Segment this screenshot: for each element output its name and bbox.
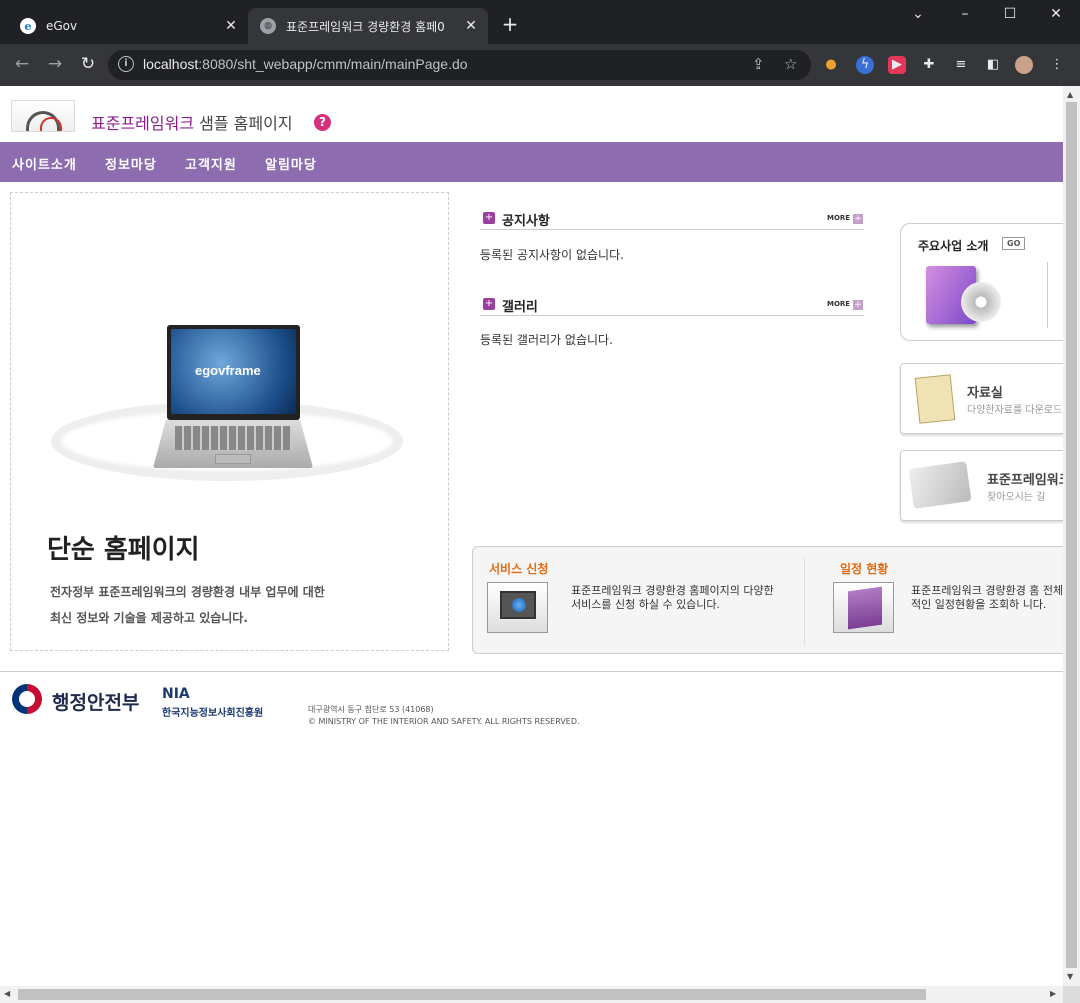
window-close-icon[interactable]: ✕ (1046, 6, 1066, 22)
notice-more-link[interactable]: MORE (827, 214, 850, 222)
site-title[interactable]: 표준프레임워크 샘플 홈페이지 (91, 110, 293, 134)
extension-play-icon[interactable]: ▶ (888, 56, 906, 74)
archive-title: 자료실 (967, 386, 1003, 401)
nav-item-info[interactable]: 정보마당 (105, 154, 157, 173)
laptop-keyboard (153, 420, 313, 468)
directions-sub: 찾아오시는 길 (987, 492, 1046, 503)
service-title[interactable]: 서비스 신청 (489, 560, 548, 577)
footer-address: 대구광역시 동구 첨단로 53 (41068) (308, 705, 434, 714)
laptop-screen: egovframe (167, 325, 300, 420)
service-desc: 표준프레임워크 경량환경 홈페이지의 다양한 서비스를 신청 하실 수 있습니다… (571, 584, 774, 611)
business-title: 주요사업 소개 (918, 239, 989, 253)
footer-copyright: © MINISTRY OF THE INTERIOR AND SAFETY. A… (308, 717, 580, 726)
archive-sub: 다양한자료를 다운로드 (967, 405, 1063, 416)
scroll-thumb[interactable] (1066, 102, 1077, 968)
tab-egov[interactable]: e eGov ✕ (8, 8, 248, 44)
business-go-button[interactable]: GO (1002, 237, 1026, 250)
tab-title: 표준프레임워크 경량환경 홈페0 (286, 19, 445, 34)
menu-dots-icon[interactable]: ⋮ (1048, 56, 1066, 74)
scroll-thumb[interactable] (18, 989, 926, 1000)
ministry-name: 행정안전부 (52, 692, 140, 714)
scroll-right-icon[interactable]: ▶ (1050, 989, 1056, 998)
share-icon[interactable]: ⇪ (752, 55, 765, 73)
cd-icon (961, 282, 1001, 322)
tab-main-page[interactable]: ◍ 표준프레임워크 경량환경 홈페0 ✕ (248, 8, 488, 44)
close-tab-icon[interactable]: ✕ (462, 18, 480, 34)
service-monitor-icon[interactable] (487, 582, 548, 633)
plus-icon: + (483, 212, 495, 224)
browser-tab-bar: e eGov ✕ ◍ 표준프레임워크 경량환경 홈페0 ✕ + ⌄ – ☐ ✕ (0, 0, 1080, 44)
nav-item-support[interactable]: 고객지원 (185, 154, 237, 173)
nav-item-notice[interactable]: 알림마당 (265, 154, 317, 173)
directions-card[interactable]: 표준프레임워크 찾아오시는 길 (900, 450, 1063, 521)
site-info-icon[interactable]: i (118, 56, 134, 72)
close-tab-icon[interactable]: ✕ (222, 18, 240, 34)
minimize-icon[interactable]: – (955, 6, 975, 22)
maximize-icon[interactable]: ☐ (1000, 6, 1020, 22)
scroll-corner (1063, 986, 1080, 1003)
hero-panel: egovframe 단순 홈페이지 전자정부 표준프레임워크의 경량환경 내부 … (10, 192, 449, 651)
new-tab-button[interactable]: + (498, 12, 522, 36)
notepad-icon (914, 374, 956, 424)
archive-card[interactable]: 자료실 다양한자료를 다운로드 (900, 363, 1063, 434)
global-nav: 사이트소개 정보마당 고객지원 알림마당 (0, 142, 1063, 182)
egov-logo[interactable] (11, 100, 75, 132)
logo-arc-red (40, 117, 62, 131)
hero-desc-1: 전자정부 표준프레임워크의 경량환경 내부 업무에 대한 (50, 585, 325, 599)
extension-person-icon[interactable]: ● (822, 56, 840, 74)
notice-title: 공지사항 (502, 214, 550, 229)
laptop-image: egovframe (153, 323, 313, 481)
gallery-title: 갤러리 (502, 300, 538, 315)
screen-brand: egovframe (195, 363, 261, 378)
reload-icon[interactable]: ↻ (77, 53, 99, 75)
notice-header: + 공지사항 MORE + (480, 210, 864, 230)
directions-title: 표준프레임워크 (987, 473, 1063, 488)
map-icon (908, 461, 972, 509)
back-icon[interactable]: ← (11, 53, 33, 75)
scroll-down-icon[interactable]: ▼ (1067, 972, 1073, 981)
more-plus-icon[interactable]: + (853, 300, 863, 310)
bookmark-star-icon[interactable]: ☆ (784, 55, 797, 73)
vertical-scrollbar[interactable]: ▲ ▼ (1063, 86, 1080, 986)
divider (804, 557, 805, 645)
gallery-header: + 갤러리 MORE + (480, 296, 864, 316)
horizontal-scrollbar[interactable]: ◀ ▶ (0, 986, 1063, 1003)
gallery-empty: 등록된 갤러리가 없습니다. (480, 333, 613, 347)
help-icon[interactable]: ? (314, 114, 331, 131)
taegeuk-logo-icon (12, 684, 42, 714)
egov-e-icon: e (20, 18, 36, 34)
footer-divider (0, 671, 1063, 672)
nia-logo: NIA (162, 686, 190, 702)
address-bar[interactable]: i localhost:8080/sht_webapp/cmm/main/mai… (108, 50, 811, 80)
business-intro-box: 주요사업 소개 GO (900, 223, 1063, 341)
side-panel-icon[interactable]: ◧ (984, 56, 1002, 74)
schedule-title[interactable]: 일정 현황 (840, 560, 888, 577)
browser-toolbar: ← → ↻ i localhost:8080/sht_webapp/cmm/ma… (0, 44, 1080, 86)
gallery-more-link[interactable]: MORE (827, 300, 850, 308)
url-text[interactable]: localhost:8080/sht_webapp/cmm/main/mainP… (143, 56, 468, 72)
scroll-up-icon[interactable]: ▲ (1067, 90, 1073, 99)
tab-search-icon[interactable]: ⌄ (908, 6, 928, 22)
reading-list-icon[interactable]: ≡ (952, 56, 970, 74)
calendar-icon[interactable] (833, 582, 894, 633)
hero-title: 단순 홈페이지 (47, 535, 200, 565)
hero-desc-2: 최신 정보와 기술을 제공하고 있습니다. (50, 611, 248, 625)
nav-item-site-intro[interactable]: 사이트소개 (12, 154, 77, 173)
notice-empty: 등록된 공지사항이 없습니다. (480, 248, 624, 262)
globe-icon: ◍ (260, 18, 276, 34)
plus-icon: + (483, 298, 495, 310)
extensions-puzzle-icon[interactable]: ✚ (920, 56, 938, 74)
tab-title: eGov (46, 19, 78, 33)
profile-avatar[interactable] (1015, 56, 1033, 74)
more-plus-icon[interactable]: + (853, 214, 863, 224)
extension-bolt-icon[interactable]: ϟ (856, 56, 874, 74)
service-schedule-panel: 서비스 신청 표준프레임워크 경량환경 홈페이지의 다양한 서비스를 신청 하실… (472, 546, 1063, 654)
web-page: 표준프레임워크 샘플 홈페이지 ? 사이트소개 정보마당 고객지원 알림마당 e… (0, 86, 1063, 986)
divider (1047, 262, 1048, 328)
forward-icon[interactable]: → (44, 53, 66, 75)
scroll-left-icon[interactable]: ◀ (4, 989, 10, 998)
nia-full-name: 한국지능정보사회진흥원 (162, 708, 264, 719)
schedule-desc: 표준프레임워크 경량환경 홈 전체적인 일정현황을 조회하 니다. (911, 584, 1063, 611)
